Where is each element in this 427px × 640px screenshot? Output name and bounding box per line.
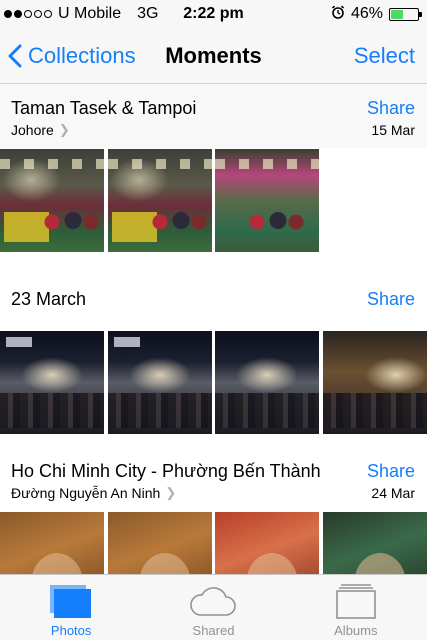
- moment-date: 24 Mar: [371, 485, 415, 501]
- location-label: Johore: [11, 122, 54, 138]
- moment-title: Taman Tasek & Tampoi: [11, 98, 197, 118]
- chevron-left-icon: [8, 44, 22, 67]
- share-button[interactable]: Share: [367, 98, 415, 119]
- tab-label: Shared: [192, 623, 235, 638]
- battery-icon: [389, 7, 422, 21]
- tab-albums[interactable]: Albums: [285, 575, 427, 640]
- chevron-right-icon: ❯: [58, 122, 70, 137]
- moment-location[interactable]: Johore ❯: [11, 122, 70, 138]
- share-button[interactable]: Share: [367, 461, 415, 482]
- share-button[interactable]: Share: [367, 289, 415, 310]
- tab-photos[interactable]: Photos: [0, 575, 142, 640]
- moment-date: 15 Mar: [371, 122, 415, 138]
- location-label: Đường Nguyễn An Ninh: [11, 485, 161, 501]
- moment-header[interactable]: Taman Tasek & Tampoi Johore ❯ Share 15 M…: [0, 84, 427, 148]
- status-bar: U Mobile 3G 2:22 pm 46%: [0, 0, 427, 28]
- thumbnail-row: [0, 149, 427, 252]
- photo-thumbnail[interactable]: [108, 149, 212, 252]
- moment-header[interactable]: 23 March Share: [0, 253, 427, 330]
- battery-percent: 46%: [350, 5, 383, 22]
- network-type: 3G: [137, 5, 159, 22]
- photos-icon: [50, 585, 92, 618]
- photo-thumbnail[interactable]: [323, 331, 427, 434]
- moment-location[interactable]: Đường Nguyễn An Ninh ❯: [11, 485, 176, 501]
- cloud-icon: [190, 587, 237, 616]
- photo-thumbnail[interactable]: [0, 331, 104, 434]
- select-button[interactable]: Select: [354, 43, 415, 69]
- thumbnail-row: [0, 512, 427, 574]
- navigation-bar: Collections Moments Select: [0, 28, 427, 84]
- alarm-icon: [331, 5, 345, 24]
- moment-header[interactable]: Ho Chi Minh City - Phường Bến Thành Đườn…: [0, 435, 427, 512]
- moment-title: Ho Chi Minh City - Phường Bến Thành: [11, 461, 321, 481]
- tab-bar: Photos Shared Albums: [0, 574, 427, 640]
- albums-icon: [336, 584, 376, 619]
- chevron-right-icon: ❯: [165, 485, 177, 500]
- tab-label: Albums: [334, 623, 378, 638]
- tab-label: Photos: [50, 623, 92, 638]
- thumbnail-row: [0, 331, 427, 434]
- photo-thumbnail[interactable]: [0, 512, 104, 574]
- carrier-name: U Mobile: [58, 5, 122, 22]
- signal-strength-icon: [4, 10, 52, 18]
- photo-thumbnail[interactable]: [108, 331, 212, 434]
- photo-thumbnail[interactable]: [108, 512, 212, 574]
- moment-title: 23 March: [11, 289, 87, 309]
- photo-thumbnail[interactable]: [215, 512, 319, 574]
- photo-thumbnail[interactable]: [215, 331, 319, 434]
- photo-thumbnail[interactable]: [0, 149, 104, 252]
- back-button-label: Collections: [28, 42, 136, 68]
- photo-thumbnail[interactable]: [323, 512, 427, 574]
- back-button[interactable]: Collections: [8, 43, 136, 69]
- photo-thumbnail[interactable]: [215, 149, 319, 252]
- tab-shared[interactable]: Shared: [142, 575, 284, 640]
